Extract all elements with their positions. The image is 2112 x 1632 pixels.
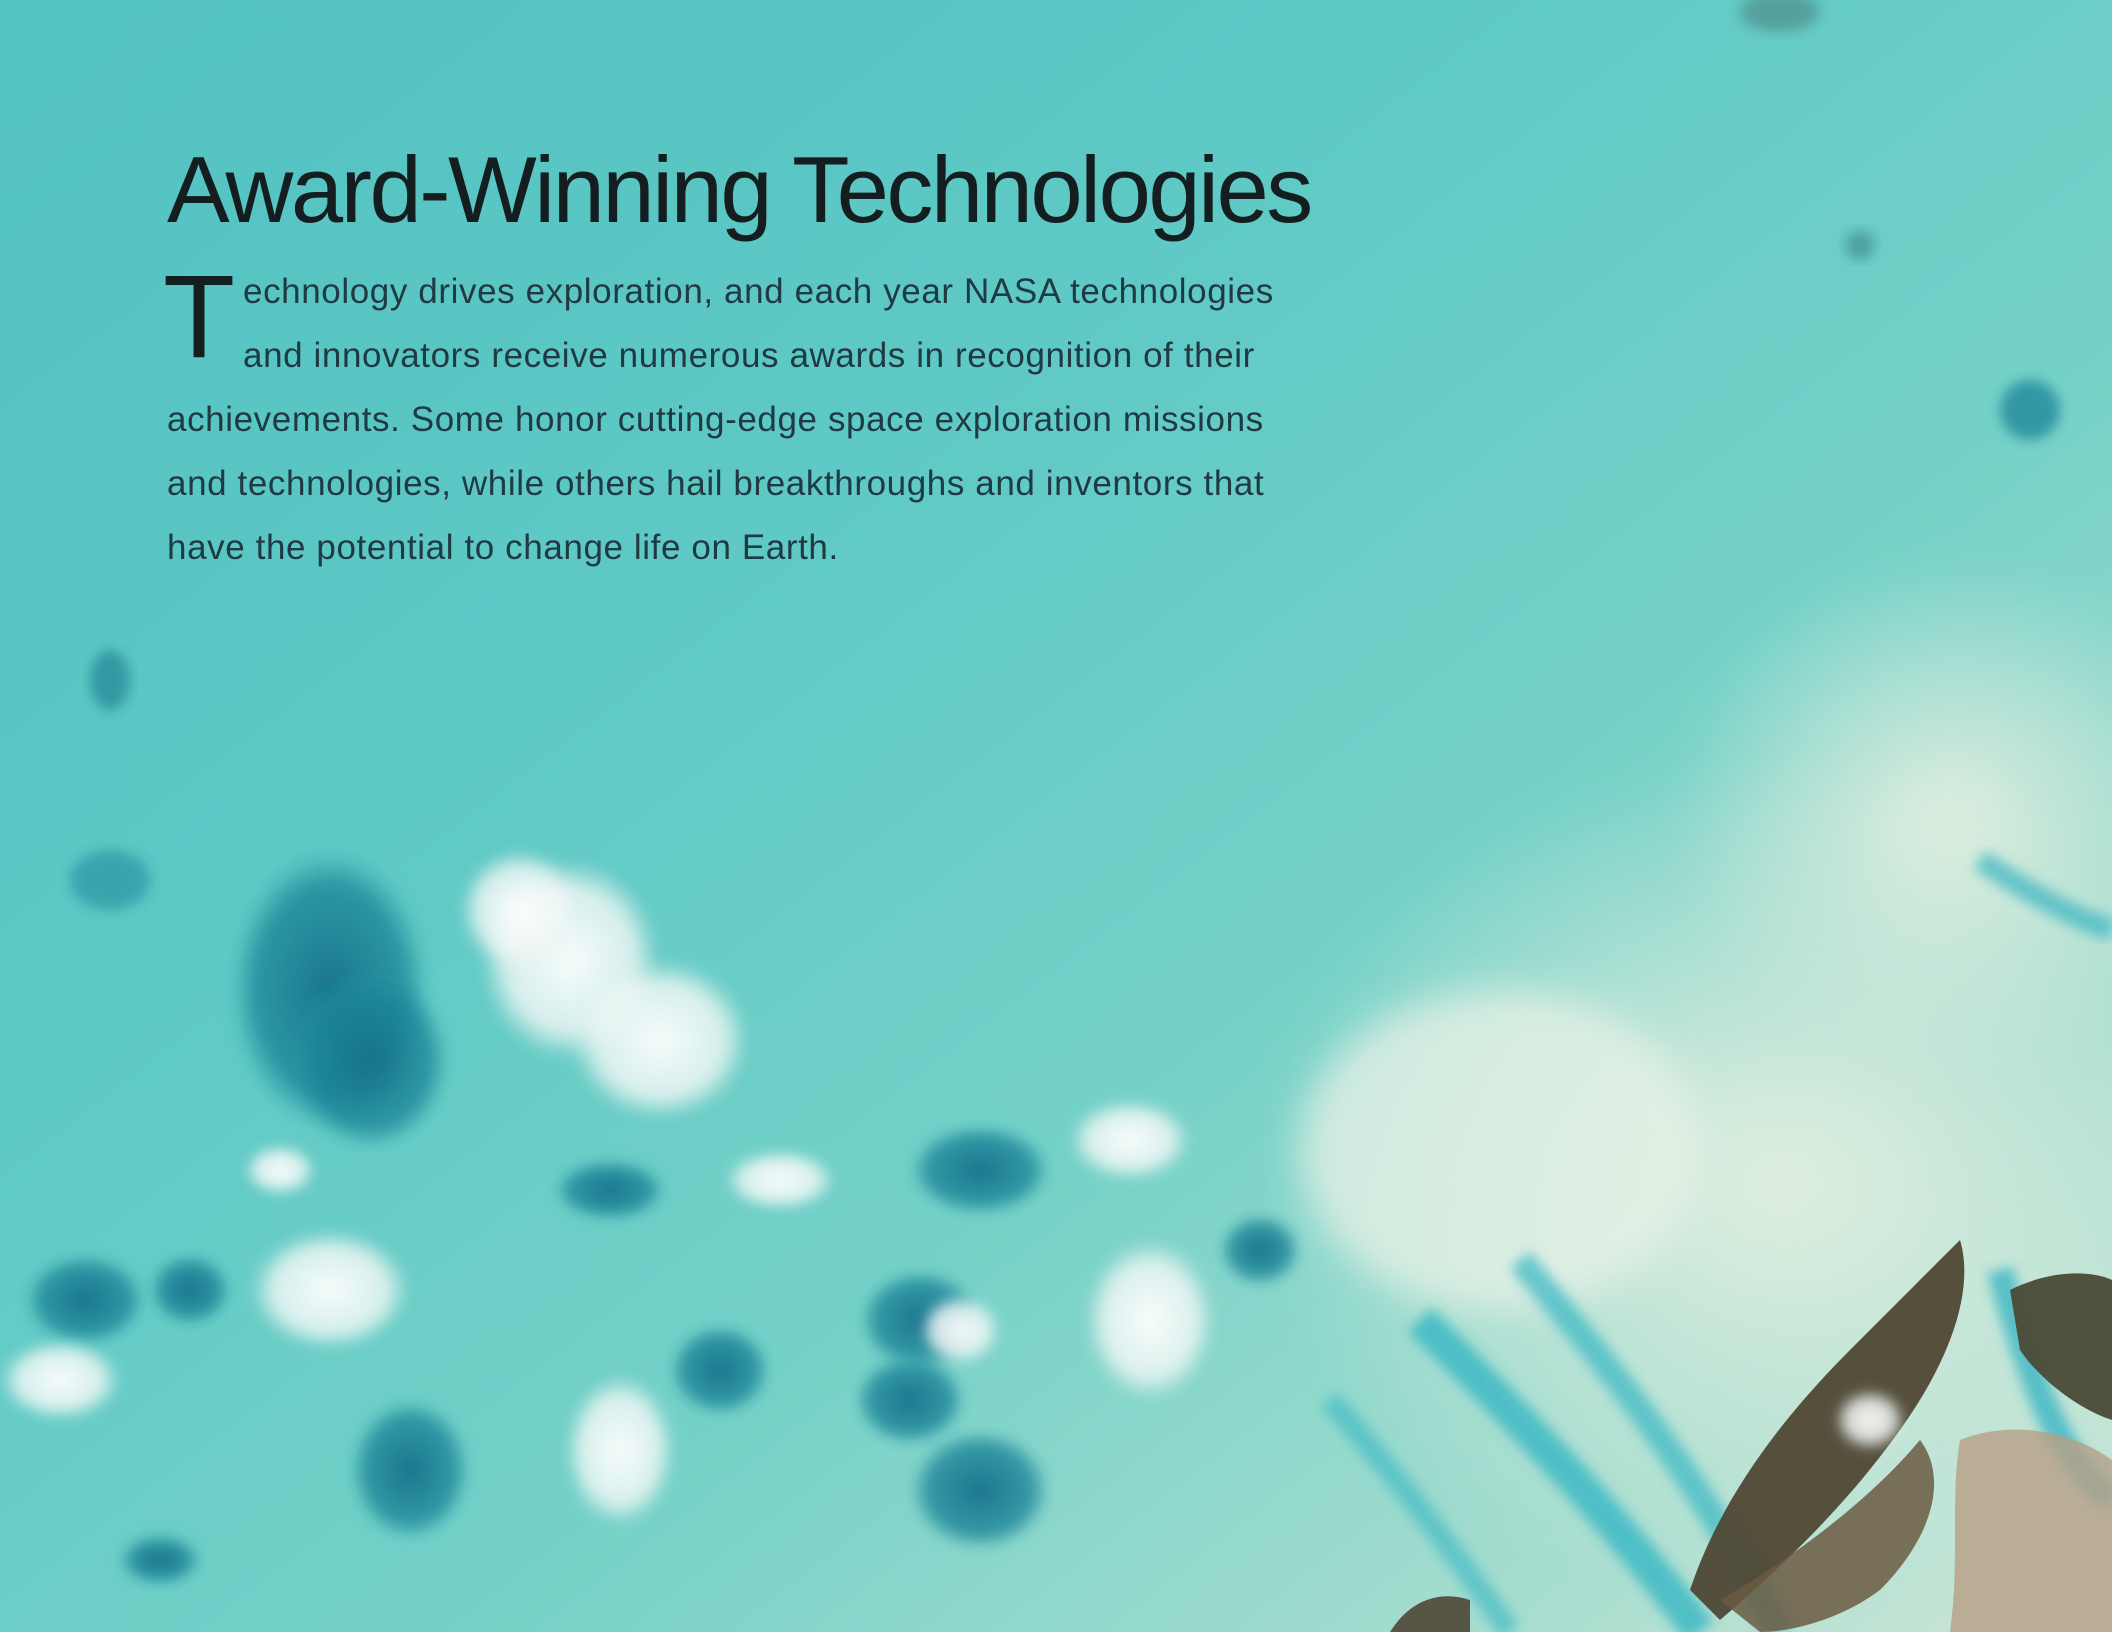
paragraph-line: and innovators receive numerous awards i… bbox=[243, 336, 1255, 375]
article: Award-Winning Technologies T echnology d… bbox=[163, 137, 1407, 580]
paragraph-line: achievements. Some honor cutting-edge sp… bbox=[167, 400, 1264, 439]
paragraph-line: and technologies, while others hail brea… bbox=[167, 464, 1265, 503]
paragraph-line: have the potential to change life on Ear… bbox=[167, 528, 839, 567]
page-title: Award-Winning Technologies bbox=[167, 137, 1313, 242]
drop-cap: T bbox=[163, 251, 236, 383]
paragraph-line: echnology drives exploration, and each y… bbox=[243, 272, 1274, 311]
document-page: Award-Winning Technologies T echnology d… bbox=[0, 0, 2112, 1632]
intro-paragraph: T echnology drives exploration, and each… bbox=[163, 258, 1407, 580]
